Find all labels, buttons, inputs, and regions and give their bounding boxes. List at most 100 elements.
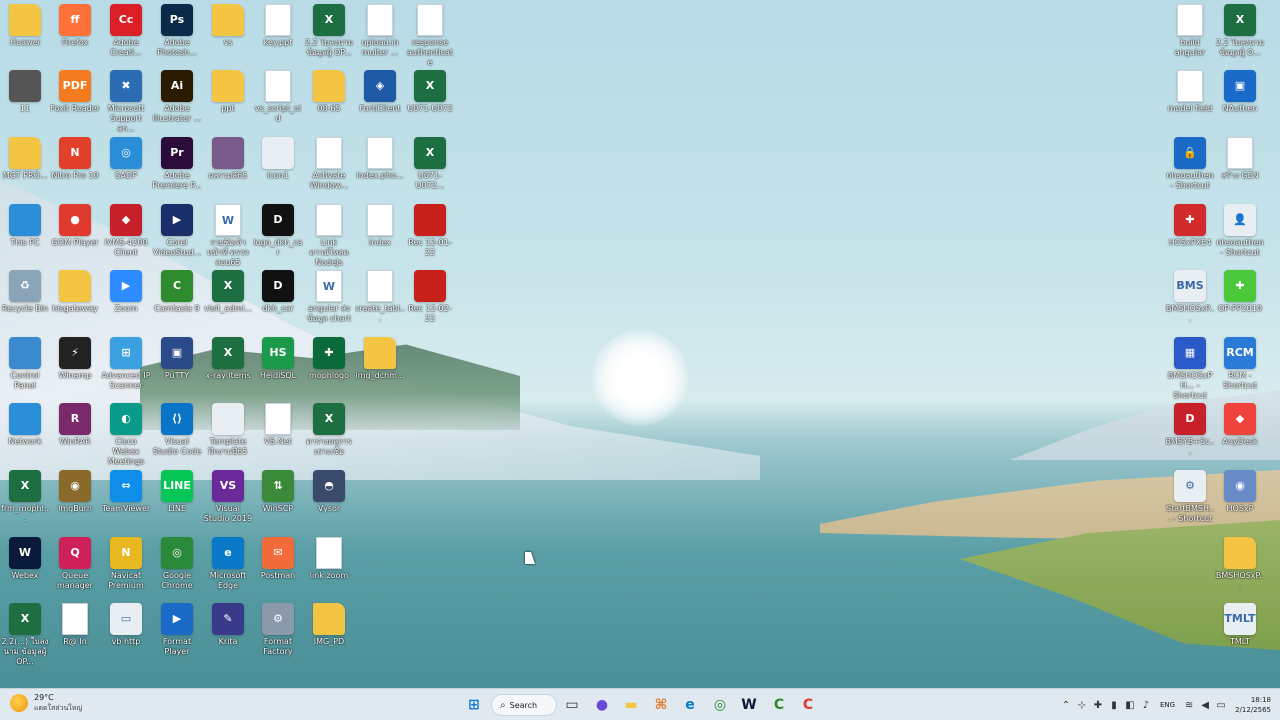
desktop-icon[interactable]: create_tabl... [355,270,405,324]
desktop-icon[interactable]: key.ppt [253,4,303,48]
desktop-icon[interactable]: TMLT TMLT [1215,603,1265,647]
desktop-icon[interactable]: ◈ FortiClient [355,70,405,114]
desktop-icon[interactable]: 🔒 nhsoauthen - Shortcut [1165,137,1215,191]
desktop-icon[interactable]: ✎ Krita [203,603,253,647]
desktop-icon[interactable]: ● GOM Player [50,204,100,248]
desktop-icon[interactable]: ✚ HOSxPXE4 [1165,204,1215,248]
desktop-icon[interactable]: R@ In [50,603,100,647]
chrome-button[interactable]: ◎ [709,694,731,716]
desktop-icon[interactable]: ⚙ Format Factory [253,603,303,657]
desktop-icon[interactable]: ▣ NAuthen [1215,70,1265,114]
desktop-icon[interactable]: Huawei [0,4,50,48]
desktop-icon[interactable]: Cc Adobe Creati... [101,4,151,58]
desktop-icon[interactable]: ⇅ WinSCP [253,470,303,514]
desktop-icon[interactable]: PDF Foxit Reader [50,70,100,114]
desktop-icon[interactable]: C Camtasia 9 [152,270,202,314]
desktop-icon[interactable]: Template ฝึกงานปี65 [203,403,253,457]
desktop-icon[interactable]: Ddkh_car [253,270,303,314]
desktop-icon[interactable]: Xvisit_admi... [203,270,253,314]
microphone-icon[interactable]: ♪ [1139,700,1153,711]
desktop-icon[interactable]: ✚ mophlogo [304,337,354,381]
task-view-button[interactable]: ▭ [561,694,583,716]
desktop-icon[interactable]: ⇔ TeamViewer [101,470,151,514]
desktop-icon[interactable]: ⊞ Advanced IP Scanner [101,337,151,391]
desktop-icon[interactable]: BMSHOSxP... [1215,537,1265,591]
desktop-icon[interactable]: ผลรวมสี65 [203,137,253,181]
desktop-icon[interactable]: ♻ Recycle Bin [0,270,50,314]
desktop-icon[interactable]: ◆ iVMS-4200 Client [101,204,151,258]
battery-icon[interactable]: ▭ [1214,700,1228,711]
desktop-icon[interactable]: ▣ PuTTY [152,337,202,381]
desktop-icon[interactable]: ▦ BMSHOSxPH... - Shortcut [1165,337,1215,401]
desktop-icon[interactable]: vs_script_old [253,70,303,124]
desktop-icon[interactable]: This PC [0,204,50,248]
desktop-icon[interactable]: Rec 12-01-22 [405,204,455,258]
desktop-icon[interactable]: img_dchm... [355,337,405,381]
desktop-icon[interactable]: X U071-U072 [405,70,455,114]
desktop-icon[interactable]: model field [1165,70,1215,114]
desktop-icon[interactable]: ✉ Postman [253,537,303,581]
weather-widget[interactable]: 29°C แดดใสส่วนใหญ่ [10,693,82,713]
desktop-icon[interactable]: ⚙ StartBMSH... - Shortcut [1165,470,1215,524]
desktop-icon[interactable]: Link ดาวน์โหลด NodeJs [304,204,354,268]
desktop-icon[interactable]: Ps Adobe Photosh... [152,4,202,58]
desktop-icon[interactable]: R WinRAR [50,403,100,447]
desktop-icon[interactable]: vs [203,4,253,48]
taskbar-search-button[interactable]: ⌕ Search [491,694,557,716]
desktop-icon[interactable]: e Microsoft Edge [203,537,253,591]
desktop-icon[interactable]: W รายชื่อเจ้าหน้าที่ ตรวจสอบ65 [203,204,253,268]
desktop-icon[interactable]: ✖ Microsoft Support an... [101,70,151,134]
desktop-icon[interactable]: 11 [0,70,50,114]
desktop-icon[interactable]: ✚ OP-PP2010 [1215,270,1265,314]
desktop-icon[interactable]: MGT PRO... [0,137,50,181]
desktop-icon[interactable]: hisgateway [50,270,100,314]
desktop-icon[interactable]: BMS BMSHOSxP... [1165,270,1215,324]
code-editor-button[interactable]: ⌘ [650,694,672,716]
camtasia-recorder-button[interactable]: C [797,694,819,716]
webex-button[interactable]: W [738,694,760,716]
desktop-icon[interactable]: สร้าง GEN [1215,137,1265,181]
desktop-icon[interactable]: ◓ Vysor [304,470,354,514]
desktop-icon[interactable]: N Nitro Pro 10 [50,137,100,181]
desktop-icon[interactable]: index [355,204,405,248]
desktop-icon[interactable]: D BMSYB+Sc... [1165,403,1215,457]
desktop-icon[interactable]: X 2.2(...) ใบลงนาม ข้อมูลผู้ OP... [0,603,50,667]
desktop-icon[interactable]: 👤 nhsoauthen - Shortcut [1215,204,1265,258]
desktop-icon[interactable]: Control Panel [0,337,50,391]
chat-button[interactable]: ● [591,694,613,716]
desktop-icon[interactable]: Q Queue manager [50,537,100,591]
tray-app-icon[interactable]: ◧ [1123,700,1137,711]
camtasia-button[interactable]: C [768,694,790,716]
tray-app-icon[interactable]: ✚ [1091,700,1105,711]
desktop-icon[interactable]: W Webex [0,537,50,581]
language-indicator[interactable]: ENG [1160,701,1175,709]
desktop-icon[interactable]: X U071-U072... [405,137,455,191]
desktop-icon[interactable]: link zoom [304,537,354,581]
edge-button[interactable]: e [679,694,701,716]
desktop-icon[interactable]: N Navicat Premium [101,537,151,591]
desktop-icon[interactable]: 08-65 [304,70,354,114]
desktop-icon[interactable]: ▶ Corel VideoStud... [152,204,202,258]
wifi-icon[interactable]: ≋ [1182,700,1196,711]
desktop-icon[interactable]: ff Firefox [50,4,100,48]
desktop-icon[interactable]: ▶ Zoom [101,270,151,314]
desktop-icon[interactable]: index.pho... [355,137,405,181]
desktop-icon[interactable]: build angular [1165,4,1215,58]
desktop-icon[interactable]: icon1 [253,137,303,181]
desktop-icon[interactable]: response authenticate [405,4,455,68]
desktop-icon[interactable]: ◆ AnyDesk [1215,403,1265,447]
desktop-icon[interactable]: Xfrm_mophl... [0,470,50,524]
desktop-icon[interactable]: ⚡ Winamp [50,337,100,381]
desktop-icon[interactable]: VB.Net [253,403,303,447]
desktop-icon[interactable]: ◉ ImgBurn [50,470,100,514]
desktop-icon[interactable]: VS Visual Studio 2019 [203,470,253,524]
desktop-icon[interactable]: ◎ Google Chrome [152,537,202,591]
desktop-icon[interactable]: X 2.2 ใบลงนาม ข้อมูลผู้ O... [1215,4,1265,58]
desktop-icon[interactable]: Xx-ray items [203,337,253,381]
desktop-icon[interactable]: Pr Adobe Premiere P... [152,137,202,191]
speaker-icon[interactable]: ◀ [1198,700,1212,711]
desktop-icon[interactable]: Wangular ส่งข้อมูล chart [304,270,354,324]
desktop-icon[interactable]: ▭ vb http [101,603,151,647]
tray-app-icon[interactable]: ⊹ [1075,700,1089,711]
file-explorer-button[interactable]: ▬ [620,694,642,716]
